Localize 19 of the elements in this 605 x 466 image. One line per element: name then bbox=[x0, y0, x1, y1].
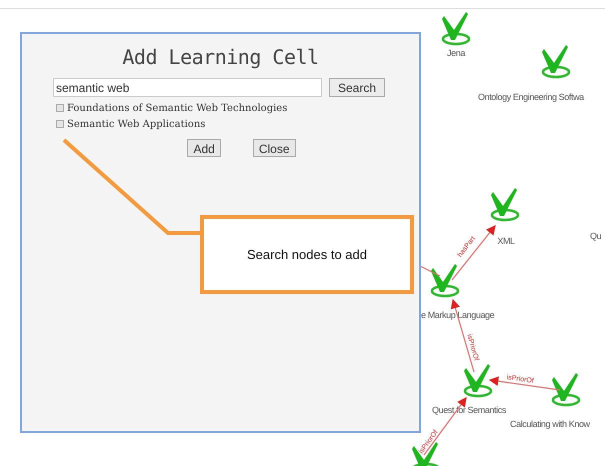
node-label: Qu bbox=[590, 230, 602, 243]
callout-text: Search nodes to add bbox=[247, 246, 367, 264]
dialog-button[interactable]: Add bbox=[187, 139, 221, 157]
arrow-edge bbox=[452, 225, 496, 280]
arrow-edge bbox=[488, 376, 560, 391]
node-label: Calculating with Know bbox=[510, 418, 590, 431]
dialog-button[interactable]: Close bbox=[252, 139, 296, 157]
dialog-title: Add Learning Cell bbox=[122, 44, 319, 71]
node-label: Jena bbox=[447, 47, 465, 60]
result-label: Foundations of Semantic Web Technologies bbox=[67, 102, 288, 116]
search-button[interactable]: Search bbox=[329, 78, 386, 97]
node-label: Ontology Engineering Softwa bbox=[478, 91, 584, 104]
checkbox[interactable] bbox=[56, 120, 64, 128]
result-label: Semantic Web Applications bbox=[67, 118, 206, 132]
search-field[interactable]: semantic web bbox=[53, 78, 322, 97]
checkbox[interactable] bbox=[56, 104, 64, 112]
node-label: Quest for Semantics bbox=[432, 404, 506, 417]
node-label: XML bbox=[497, 235, 515, 248]
node-label: e Markup Language bbox=[421, 309, 494, 322]
